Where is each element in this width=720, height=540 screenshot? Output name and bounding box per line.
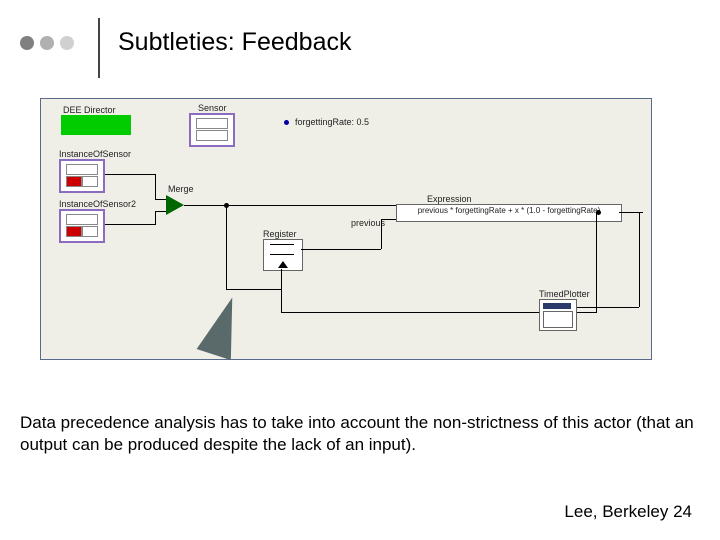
slide: Subtleties: Feedback DEE Director Sensor…	[0, 0, 720, 540]
block-diagram: DEE Director Sensor forgettingRate: 0.5 …	[40, 98, 652, 360]
sensor-label: Sensor	[198, 103, 227, 113]
sensor-block	[189, 113, 235, 147]
param-dot-icon	[284, 120, 289, 125]
merge-label: Merge	[168, 184, 194, 194]
register-label: Register	[263, 229, 297, 239]
plotter-label: TimedPlotter	[539, 289, 590, 299]
merge-block	[166, 195, 184, 215]
header-bullets	[20, 36, 74, 50]
bullet-dot	[40, 36, 54, 50]
instance2-block	[59, 209, 105, 243]
plotter-block	[539, 299, 577, 331]
bullet-dot	[20, 36, 34, 50]
director-block	[61, 115, 131, 135]
expression-label: Expression	[427, 194, 472, 204]
expression-block: previous * forgettingRate + x * (1.0 - f…	[396, 204, 622, 222]
forgetting-rate-label: forgettingRate: 0.5	[295, 117, 369, 127]
instance1-block	[59, 159, 105, 193]
caption-text: Data precedence analysis has to take int…	[20, 412, 700, 456]
previous-label: previous	[351, 218, 385, 228]
instance2-label: InstanceOfSensor2	[59, 199, 136, 209]
director-label: DEE Director	[63, 105, 116, 115]
page-title: Subtleties: Feedback	[118, 28, 351, 57]
instance1-label: InstanceOfSensor	[59, 149, 131, 159]
bullet-dot	[60, 36, 74, 50]
register-block	[263, 239, 303, 271]
footer-text: Lee, Berkeley 24	[564, 502, 692, 522]
header-divider	[98, 18, 100, 78]
